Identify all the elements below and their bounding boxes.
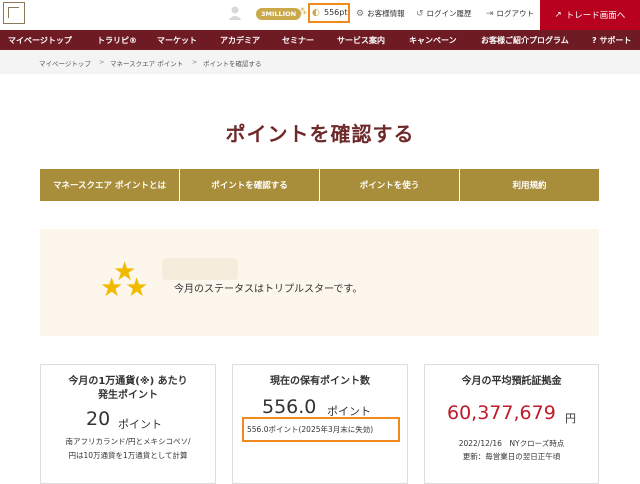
coins-icon: ⁂ bbox=[298, 7, 307, 17]
tab-use-points[interactable]: ポイントを使う bbox=[320, 169, 459, 201]
points-balance-link[interactable]: ◐ 556pt bbox=[308, 3, 350, 23]
logout-link[interactable]: ⇥ ログアウト bbox=[486, 8, 534, 19]
card-note-line2: 円は10万通貨を1万通貨として計算 bbox=[68, 451, 188, 460]
status-highlight bbox=[162, 258, 238, 280]
tab-terms[interactable]: 利用規約 bbox=[460, 169, 599, 201]
monthly-points-unit: ポイント bbox=[118, 418, 162, 431]
card-title-line1: 今月の1万通貨(※) あたり bbox=[68, 376, 188, 387]
breadcrumb-item-current: ポイントを確認する bbox=[203, 60, 262, 68]
arrow-up-right-icon: ↗ bbox=[554, 10, 562, 20]
trade-screen-label: トレード画面へ bbox=[565, 11, 626, 21]
nav-item-market[interactable]: マーケット bbox=[157, 35, 197, 46]
nav-item-support-label: サポート bbox=[599, 36, 632, 45]
breadcrumb-separator: > bbox=[99, 58, 105, 66]
card-title-line2: 発生ポイント bbox=[98, 390, 158, 401]
logout-icon: ⇥ bbox=[486, 8, 494, 19]
card-note-line1: 南アフリカランド/円とメキシコペソ/ bbox=[65, 437, 191, 446]
deposit-value: 60,377,679 bbox=[447, 402, 556, 424]
star-icon: ★ bbox=[125, 273, 149, 303]
logo-icon[interactable] bbox=[3, 2, 25, 24]
nav-item-campaign[interactable]: キャンペーン bbox=[409, 35, 457, 46]
nav-item-trarepi[interactable]: トラリピ® bbox=[97, 35, 137, 46]
gear-icon: ⚙ bbox=[356, 8, 365, 19]
status-panel: ★ ★ ★ 今月のステータスはトリプルスターです。 bbox=[40, 229, 599, 336]
nav-item-services[interactable]: サービス案内 bbox=[337, 35, 385, 46]
current-balance-card: 現在の保有ポイント数 556.0 ポイント 556.0ポイント(2025年3月末… bbox=[232, 364, 408, 484]
logout-label: ログアウト bbox=[496, 9, 535, 18]
tab-check-points[interactable]: ポイントを確認する bbox=[180, 169, 319, 201]
card-title: 現在の保有ポイント数 bbox=[270, 376, 370, 387]
nav-item-mypage-top[interactable]: マイページトップ bbox=[8, 35, 72, 46]
page-title: ポイントを確認する bbox=[225, 122, 415, 146]
breadcrumb-item-mypage[interactable]: マイページトップ bbox=[39, 58, 91, 68]
deposit-unit: 円 bbox=[565, 412, 576, 425]
main-nav: マイページトップ トラリピ® マーケット アカデミア セミナー サービス案内 キ… bbox=[0, 30, 640, 50]
monthly-points-card: 今月の1万通貨(※) あたり 発生ポイント 20 ポイント 南アフリカランド/円… bbox=[40, 364, 216, 484]
points-balance-text: 556pt bbox=[324, 8, 348, 17]
nav-item-support[interactable]: ? サポート bbox=[592, 35, 631, 46]
rank-badge: 3MILLION bbox=[256, 8, 302, 20]
points-coin-icon: ◐ bbox=[312, 8, 320, 18]
customer-info-label: お客様情報 bbox=[367, 9, 405, 18]
top-utility-bar: 3MILLION ⁂ ◐ 556pt ⚙ お客様情報 ↺ ログイン履歴 ⇥ ログ… bbox=[0, 0, 640, 30]
nav-item-seminar[interactable]: セミナー bbox=[282, 35, 314, 46]
login-history-link[interactable]: ↺ ログイン履歴 bbox=[416, 8, 472, 19]
breadcrumb-item-points[interactable]: マネースクエア ポイント bbox=[110, 58, 183, 68]
trade-screen-button[interactable]: ↗ トレード画面へ bbox=[540, 0, 640, 30]
balance-value: 556.0 bbox=[262, 396, 317, 418]
expiry-notice: 556.0ポイント(2025年3月末に失効) bbox=[242, 417, 400, 442]
monthly-points-value: 20 bbox=[86, 408, 111, 430]
deposit-note-line1: 2022/12/16 NYクローズ時点 bbox=[458, 439, 565, 448]
nav-item-referral[interactable]: お客様ご紹介プログラム bbox=[481, 35, 569, 46]
status-message: 今月のステータスはトリプルスターです。 bbox=[174, 284, 363, 295]
average-deposit-card: 今月の平均預託証拠金 60,377,679 円 2022/12/16 NYクロー… bbox=[424, 364, 599, 484]
history-icon: ↺ bbox=[416, 8, 424, 19]
help-circle-icon: ? bbox=[592, 36, 597, 45]
breadcrumb-separator: > bbox=[192, 58, 198, 66]
login-history-label: ログイン履歴 bbox=[426, 9, 472, 18]
user-icon[interactable] bbox=[227, 5, 243, 21]
breadcrumb: マイページトップ > マネースクエア ポイント > ポイントを確認する bbox=[0, 50, 640, 74]
deposit-note-line2: 更新：毎営業日の翌日正午頃 bbox=[462, 452, 561, 461]
tab-about-points[interactable]: マネースクエア ポイントとは bbox=[40, 169, 179, 201]
customer-info-link[interactable]: ⚙ お客様情報 bbox=[356, 8, 405, 19]
nav-item-academia[interactable]: アカデミア bbox=[220, 35, 260, 46]
star-icon: ★ bbox=[100, 273, 124, 303]
card-title: 今月の平均預託証拠金 bbox=[461, 376, 562, 387]
